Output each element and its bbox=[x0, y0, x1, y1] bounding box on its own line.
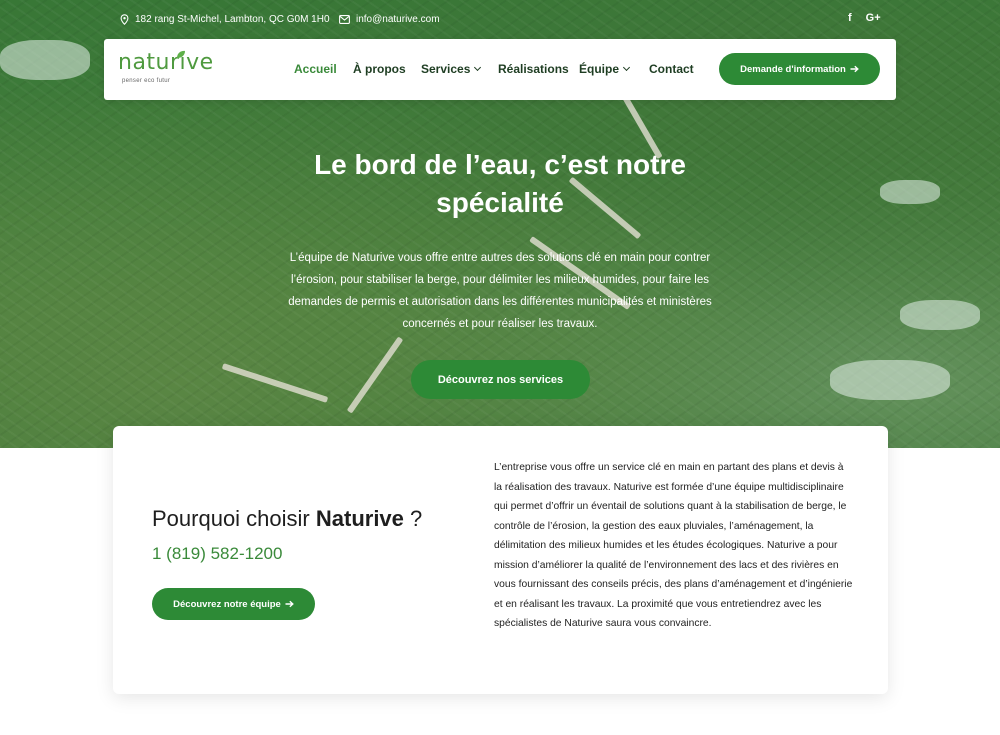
nav-item-equipe[interactable]: Équipe bbox=[579, 62, 631, 76]
why-title: Pourquoi choisir Naturive ? bbox=[152, 506, 422, 532]
nav-label: À propos bbox=[353, 62, 406, 76]
nav-item-contact[interactable]: Contact bbox=[649, 62, 694, 76]
nav-label: Réalisations bbox=[498, 62, 569, 76]
address-text: 182 rang St-Michel, Lambton, QC G0M 1H0 bbox=[135, 14, 330, 25]
nav-label: Services bbox=[421, 62, 471, 76]
social-links: f G+ bbox=[848, 12, 881, 24]
address: 182 rang St-Michel, Lambton, QC G0M 1H0 bbox=[120, 14, 330, 25]
nav-label: Accueil bbox=[294, 62, 337, 76]
discover-team-label: Découvrez notre équipe bbox=[173, 598, 281, 610]
facebook-icon[interactable]: f bbox=[848, 12, 852, 24]
logo-tagline: penser eco futur bbox=[122, 78, 171, 84]
top-bar: 182 rang St-Michel, Lambton, QC G0M 1H0 … bbox=[0, 12, 1000, 30]
why-title-prefix: Pourquoi choisir bbox=[152, 506, 316, 531]
email-link[interactable]: info@naturive.com bbox=[356, 14, 440, 25]
arrow-right-icon bbox=[285, 600, 294, 608]
why-choose-card: Pourquoi choisir Naturive ? 1 (819) 582-… bbox=[113, 426, 888, 694]
discover-services-button[interactable]: Découvrez nos services bbox=[411, 360, 590, 399]
request-info-button[interactable]: Demande d'information bbox=[719, 53, 880, 85]
about-paragraph: L’entreprise vous offre un service clé e… bbox=[494, 462, 853, 629]
discover-team-button[interactable]: Découvrez notre équipe bbox=[152, 588, 315, 620]
nav-item-services[interactable]: Services bbox=[421, 62, 482, 76]
logo[interactable]: naturive penser eco futur bbox=[118, 50, 218, 90]
why-title-brand: Naturive bbox=[315, 506, 404, 531]
arrow-right-icon bbox=[850, 65, 859, 73]
nav-item-realisations[interactable]: Réalisations bbox=[498, 62, 569, 76]
location-pin-icon bbox=[120, 14, 129, 25]
nav-item-a-propos[interactable]: À propos bbox=[353, 62, 406, 76]
hero-title: Le bord de l’eau, c’est notre spécialité bbox=[314, 149, 686, 218]
nav-label: Équipe bbox=[579, 62, 620, 76]
discover-services-label: Découvrez nos services bbox=[437, 373, 564, 386]
chevron-down-icon bbox=[622, 63, 631, 72]
chevron-down-icon bbox=[474, 63, 482, 72]
nav-item-accueil[interactable]: Accueil bbox=[294, 62, 337, 76]
why-title-suffix: ? bbox=[403, 506, 423, 531]
phone-number[interactable]: 1 (819) 582-1200 bbox=[152, 544, 282, 564]
google-plus-icon[interactable]: G+ bbox=[866, 12, 881, 24]
request-info-label: Demande d'information bbox=[740, 63, 846, 75]
hero-section: 182 rang St-Michel, Lambton, QC G0M 1H0 … bbox=[0, 0, 1000, 448]
hero-description: L’équipe de Naturive vous offre entre au… bbox=[288, 252, 712, 330]
leaf-icon bbox=[177, 50, 185, 58]
envelope-icon bbox=[339, 15, 350, 24]
email[interactable]: info@naturive.com bbox=[339, 14, 440, 25]
logo-wordmark: naturive bbox=[118, 50, 214, 75]
nav-label: Contact bbox=[649, 62, 694, 76]
main-navbar: naturive penser eco futur Accueil À prop… bbox=[104, 39, 896, 100]
